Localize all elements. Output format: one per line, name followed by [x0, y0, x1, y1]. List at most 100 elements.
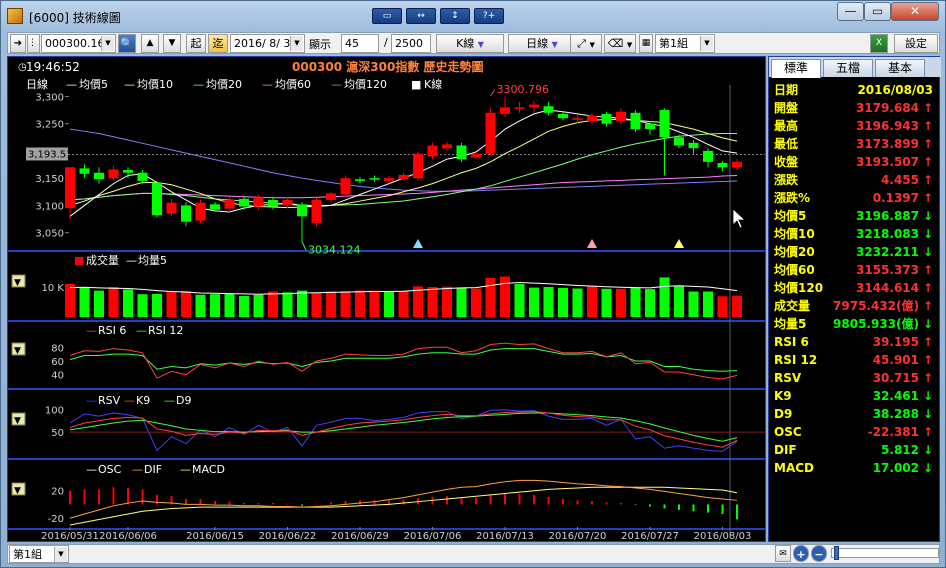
date-to-button[interactable]: 迄 — [208, 34, 228, 53]
restore-button[interactable]: ▭ — [864, 2, 891, 21]
layout-vertical-button[interactable]: ↕ — [440, 8, 470, 24]
volume-bar — [224, 293, 235, 317]
candle-body — [94, 172, 104, 180]
period-label: 日線 — [26, 77, 48, 91]
title-bar[interactable]: [6000] 技術線圖 ▭ ↔ ↕ ?+ — ▭ ✕ — [1, 1, 945, 31]
technical-chart[interactable]: 19:46:52◷ 000300 滬深300指數 歷史走勢圖日線 — 均價5— 均價10… — [8, 57, 765, 541]
candle-body — [703, 150, 713, 162]
arrow-down-icon: ↓ — [922, 407, 933, 421]
chevron-down-icon[interactable]: ▼ — [700, 36, 713, 51]
tab-five-levels[interactable]: 五檔 — [823, 59, 873, 77]
zoom-slider-handle[interactable] — [834, 546, 839, 560]
grid-toggle-icon[interactable]: ▦ — [639, 34, 653, 53]
legend-item: 成交量 — [86, 253, 119, 267]
signal-marker — [587, 239, 597, 248]
chart-type-dropdown[interactable]: K線 ▼ — [436, 34, 504, 53]
panel-row: OSC -22.381 ↑ — [769, 423, 941, 441]
grid-icon[interactable]: ⋮⋮ — [27, 34, 46, 53]
panel-row-value: 9805.933(億) — [833, 317, 919, 331]
chevron-down-icon[interactable]: ▼ — [54, 547, 67, 562]
chevron-down-icon[interactable]: ▼ — [101, 36, 114, 51]
layout-window-button[interactable]: ▭ — [372, 8, 402, 24]
period-dropdown[interactable]: 日線 ▼ — [508, 34, 576, 53]
arrow-right-icon[interactable]: ➜ — [10, 34, 26, 53]
volume-bar — [152, 293, 162, 317]
eraser-tool-button[interactable]: ⌫ ▼ — [604, 34, 636, 53]
volume-bar — [79, 287, 90, 317]
panel-row: 收盤 3193.507 ↑ — [769, 153, 941, 171]
legend-marker: ■ — [74, 254, 84, 267]
arrow-up-icon: ↑ — [922, 155, 933, 169]
legend-line-marker: — — [132, 463, 143, 476]
panel-row: MACD 17.002 ↓ — [769, 459, 941, 477]
candle-body — [514, 107, 525, 109]
display-separator: / — [384, 36, 388, 49]
panel-row: 漲跌% 0.1397 ↑ — [769, 189, 941, 207]
annotation-leader — [490, 89, 495, 97]
zoom-slider[interactable] — [831, 546, 939, 560]
panel-row-value: 38.288 — [872, 407, 919, 421]
arrow-down-button[interactable]: ▼ — [163, 34, 181, 53]
candle-body — [137, 172, 148, 181]
group-value: 第1組 — [659, 37, 688, 50]
layout-horizontal-button[interactable]: ↔ — [406, 8, 436, 24]
bottom-group-select[interactable]: 第1組 ▼ — [9, 545, 69, 563]
display-count-input[interactable]: 45 — [341, 34, 379, 53]
candle-body — [210, 204, 220, 210]
group-select[interactable]: 第1組 ▼ — [655, 34, 715, 53]
draw-line-tool-button[interactable]: ⤢ ▼ — [570, 34, 602, 53]
legend-item: RSI 12 — [148, 324, 183, 337]
search-icon[interactable]: 🔍 — [118, 34, 136, 53]
candle-body — [558, 113, 568, 119]
arrow-up-button[interactable]: ▲ — [141, 34, 159, 53]
candle-body — [311, 199, 322, 223]
legend-k-marker: ■ — [411, 78, 421, 91]
arrow-up-icon: ↑ — [922, 371, 933, 385]
panel-row-label: 最高 — [774, 119, 799, 133]
legend-line-marker: — — [124, 394, 135, 407]
volume-bar — [601, 288, 612, 317]
chart-area[interactable]: 19:46:52 ◷ 000300 滬深300指數 歷史走勢圖 日線 — 均價5— 均價10… — [7, 56, 766, 542]
candle-body — [65, 167, 75, 209]
close-button[interactable]: ✕ — [891, 2, 939, 21]
display-label: 顯示 — [309, 38, 331, 51]
candle-body — [181, 205, 191, 222]
minimize-button[interactable]: — — [837, 2, 864, 21]
y-tick-label: 3,150 — [35, 174, 64, 185]
volume-bar — [268, 291, 278, 317]
tab-standard[interactable]: 標準 — [771, 59, 821, 78]
zoom-out-icon[interactable]: − — [811, 545, 827, 562]
panel-row-value: 3218.083 — [855, 227, 919, 241]
panel-row-value: 7975.432(億) — [833, 299, 919, 313]
date-input[interactable]: 2016/ 8/ 3 ▼ — [230, 34, 305, 53]
panel-row: 均價20 3232.211 ↓ — [769, 243, 941, 261]
legend-line-marker: — — [124, 78, 135, 91]
volume-bar — [688, 291, 699, 317]
panel-row-label: DIF — [774, 443, 797, 457]
mail-icon[interactable]: ✉ — [775, 545, 791, 562]
date-from-button[interactable]: 起 — [186, 34, 206, 53]
chevron-down-icon[interactable]: ▼ — [290, 36, 303, 51]
y-tick-label: 60 — [51, 357, 64, 368]
app-icon — [7, 8, 23, 24]
candle-body — [616, 111, 626, 121]
volume-bar — [732, 295, 742, 317]
excel-export-icon[interactable]: X — [870, 34, 888, 53]
x-tick-label: 2016/06/15 — [186, 531, 244, 541]
annotation-leader — [301, 241, 307, 251]
volume-bar — [543, 287, 554, 317]
panel-row-value: 32.461 — [872, 389, 919, 403]
x-tick-label: 2016/06/29 — [331, 531, 389, 541]
panel-row-value: 3193.507 — [855, 155, 919, 169]
panel-row-value: 45.901 — [872, 353, 919, 367]
zoom-in-icon[interactable]: + — [793, 545, 809, 562]
legend-item: 均價60 — [275, 77, 311, 91]
settings-button[interactable]: 設定 — [894, 34, 938, 53]
stock-code-input[interactable]: 000300.16 ▼ — [41, 34, 116, 53]
help-button[interactable]: ?+ — [474, 8, 504, 24]
panel-row: 均價10 3218.083 ↓ — [769, 225, 941, 243]
candle-body — [645, 123, 655, 130]
y-tick-label: 40 — [51, 371, 64, 382]
display-total-input[interactable]: 2500 — [391, 34, 431, 53]
tab-basic[interactable]: 基本 — [875, 59, 925, 77]
